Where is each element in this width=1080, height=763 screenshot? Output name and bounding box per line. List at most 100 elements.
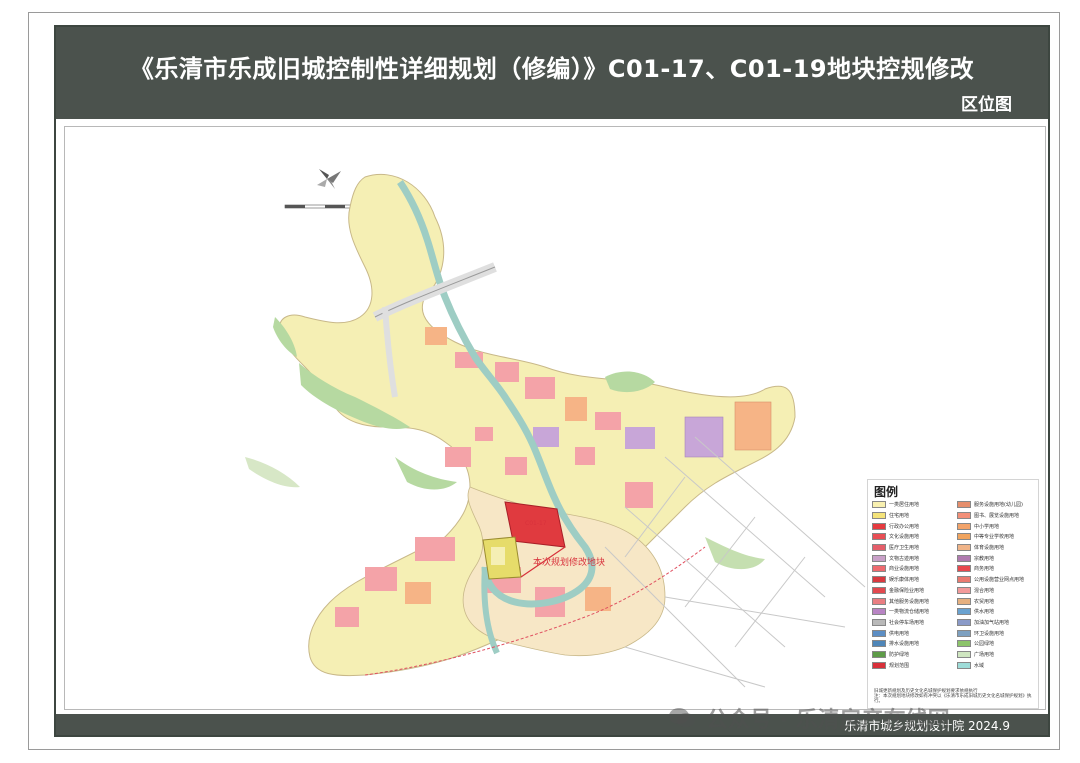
legend-label: 环卫设施用地 — [974, 630, 1005, 637]
legend-item: 一类物流仓储用地 — [872, 607, 953, 617]
map-area: C01-17 本次规划修改地块 图例 一类居住用地 服务设施用地(幼儿园) 住宅用地… — [64, 126, 1046, 710]
legend-swatch — [957, 597, 971, 605]
legend-label: 体育设施用地 — [974, 545, 1005, 552]
legend-swatch — [872, 501, 886, 509]
legend-item: 其他服务设施用地 — [872, 596, 953, 606]
legend-swatch — [957, 618, 971, 626]
legend-item: 混合用地 — [957, 586, 1038, 596]
legend-label: 中小学用地 — [974, 523, 1000, 530]
legend-item: 社会停车场用地 — [872, 618, 953, 628]
legend-swatch — [957, 501, 971, 509]
legend-item: 文物古迹用地 — [872, 553, 953, 563]
legend-swatch — [957, 576, 971, 584]
site-parcel-code: C01-17 — [525, 520, 547, 527]
legend-item: 排水设施用地 — [872, 639, 953, 649]
legend-label: 防护绿地 — [889, 651, 910, 658]
legend-label: 其他服务设施用地 — [889, 598, 930, 605]
legend-swatch — [957, 629, 971, 637]
drawing-subtitle: 区位图 — [961, 95, 1012, 115]
legend-item: 中等专业学校用地 — [957, 532, 1038, 542]
legend-swatch — [872, 554, 886, 562]
legend-swatch — [872, 618, 886, 626]
legend-item: 娱乐康体用地 — [872, 575, 953, 585]
legend-item: 公用设施营业网点用地 — [957, 575, 1038, 585]
legend-swatch — [872, 533, 886, 541]
page-title: 《乐清市乐成旧城控制性详细规划（修编）》C01-17、C01-19地块控规修改 — [129, 55, 975, 83]
legend-label: 水域 — [974, 662, 985, 669]
legend-label: 公园绿地 — [974, 641, 995, 648]
watermark-text: 公众号 · 乐清房产在线网 — [706, 708, 950, 733]
legend-swatch — [872, 650, 886, 658]
legend-item: 金融保险业用地 — [872, 586, 953, 596]
legend-label: 医疗卫生用地 — [889, 545, 920, 552]
legend-swatch — [957, 650, 971, 658]
legend-item: 行政办公用地 — [872, 521, 953, 531]
legend-swatch — [957, 661, 971, 669]
legend-item: 服务设施用地(幼儿园) — [957, 500, 1038, 510]
legend-label: 服务设施用地(幼儿园) — [974, 502, 1023, 509]
site-label: 本次规划修改地块 — [533, 556, 605, 568]
legend-label: 娱乐康体用地 — [889, 577, 920, 584]
legend-swatch — [872, 565, 886, 573]
watermark: 公众号 · 乐清房产在线网 — [668, 700, 950, 736]
legend-item: 公园绿地 — [957, 639, 1038, 649]
legend-label: 加油加气站用地 — [974, 619, 1010, 626]
legend-label: 一类居住用地 — [889, 502, 920, 509]
legend-label: 住宅用地 — [889, 513, 910, 520]
legend-item: 医疗卫生用地 — [872, 543, 953, 553]
legend-label: 供水用地 — [974, 609, 995, 616]
legend-label: 社会停车场用地 — [889, 619, 925, 626]
legend-swatch — [957, 586, 971, 594]
legend-label: 中等专业学校用地 — [974, 534, 1015, 541]
legend-swatch — [957, 522, 971, 530]
legend-swatch — [872, 608, 886, 616]
legend-swatch — [957, 565, 971, 573]
legend-item: 一类居住用地 — [872, 500, 953, 510]
legend-swatch — [872, 661, 886, 669]
legend-item: 广场用地 — [957, 650, 1038, 660]
legend-swatch — [872, 597, 886, 605]
legend-swatch — [957, 512, 971, 520]
legend-swatch — [872, 522, 886, 530]
legend-label: 宗教用地 — [974, 555, 995, 562]
legend-item: 供电用地 — [872, 628, 953, 638]
map-legend: 图例 一类居住用地 服务设施用地(幼儿园) 住宅用地 图书、展览设施用地 行政办公用地中… — [867, 479, 1039, 709]
legend-label: 规划范围 — [889, 662, 910, 669]
legend-label: 商务用地 — [974, 566, 995, 573]
legend-swatch — [872, 640, 886, 648]
legend-swatch — [957, 608, 971, 616]
legend-label: 公用设施营业网点用地 — [974, 577, 1025, 584]
legend-label: 广场用地 — [974, 651, 995, 658]
legend-item: 商务用地 — [957, 564, 1038, 574]
legend-label: 一类物流仓储用地 — [889, 609, 930, 616]
wechat-icon — [669, 708, 695, 727]
legend-item: 商业设施用地 — [872, 564, 953, 574]
legend-item: 环卫设施用地 — [957, 628, 1038, 638]
legend-swatch — [872, 586, 886, 594]
legend-swatch — [872, 629, 886, 637]
legend-label: 排水设施用地 — [889, 641, 920, 648]
legend-swatch — [872, 512, 886, 520]
legend-item: 图书、展览设施用地 — [957, 511, 1038, 521]
legend-item: 加油加气站用地 — [957, 618, 1038, 628]
title-bar: 《乐清市乐成旧城控制性详细规划（修编）》C01-17、C01-19地块控规修改 … — [56, 27, 1048, 119]
legend-item: 住宅用地 — [872, 511, 953, 521]
legend-swatch — [957, 640, 971, 648]
legend-swatch — [957, 533, 971, 541]
legend-item: 水域 — [957, 660, 1038, 670]
legend-swatch — [872, 544, 886, 552]
legend-swatch — [872, 576, 886, 584]
legend-label: 文物古迹用地 — [889, 555, 920, 562]
legend-items: 一类居住用地 服务设施用地(幼儿园) 住宅用地 图书、展览设施用地行政办公用地 中小学用… — [872, 500, 1038, 670]
legend-item: 体育设施用地 — [957, 543, 1038, 553]
legend-label: 图书、展览设施用地 — [974, 513, 1020, 520]
legend-item: 规划范围 — [872, 660, 953, 670]
legend-item: 文化设施用地 — [872, 532, 953, 542]
legend-item: 供水用地 — [957, 607, 1038, 617]
legend-swatch — [957, 554, 971, 562]
legend-item: 农贸用地 — [957, 596, 1038, 606]
legend-item: 中小学用地 — [957, 521, 1038, 531]
legend-label: 文化设施用地 — [889, 534, 920, 541]
legend-swatch — [957, 544, 971, 552]
north-arrow — [317, 169, 341, 189]
